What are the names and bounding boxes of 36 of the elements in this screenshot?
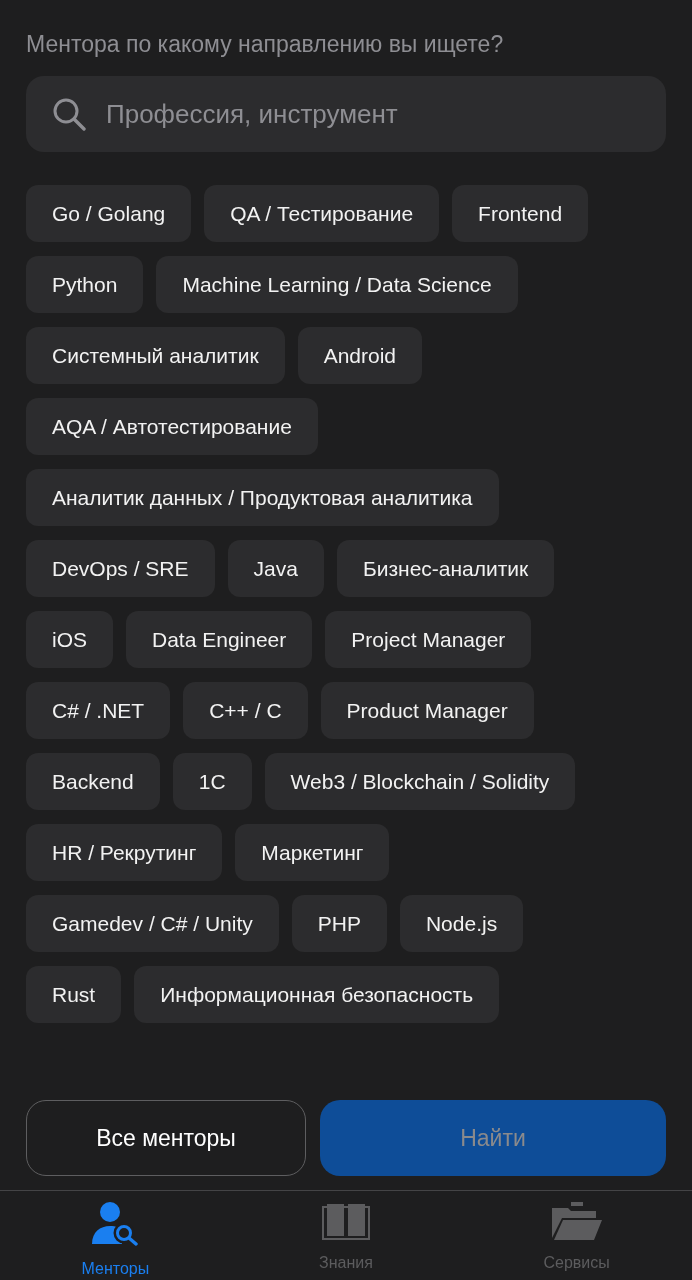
direction-chip[interactable]: AQA / Автотестирование	[26, 398, 318, 455]
direction-chip[interactable]: Web3 / Blockchain / Solidity	[264, 753, 576, 810]
direction-chip[interactable]: Системный аналитик	[26, 327, 285, 384]
direction-chip[interactable]: Product Manager	[320, 682, 534, 739]
folder-icon	[551, 1202, 602, 1240]
direction-chip[interactable]: Python	[26, 256, 144, 313]
direction-chip[interactable]: QA / Тестирование	[204, 185, 440, 242]
direction-chip[interactable]: Аналитик данных / Продуктовая аналитика	[26, 469, 499, 526]
all-mentors-button[interactable]: Все менторы	[26, 1100, 306, 1176]
direction-chip[interactable]: Бизнес-аналитик	[336, 540, 555, 597]
search-field[interactable]: Профессия, инструмент	[26, 76, 666, 152]
direction-chip[interactable]: DevOps / SRE	[26, 540, 215, 597]
direction-chip[interactable]: Android	[297, 327, 423, 384]
direction-chip[interactable]: C++ / C	[183, 682, 308, 739]
tab-bar-item[interactable]: Менторы	[0, 1191, 231, 1280]
direction-chip[interactable]: iOS	[26, 611, 113, 668]
person-search-icon	[92, 1202, 139, 1246]
prompt-text: Ментора по какому направлению вы ищете?	[26, 30, 505, 58]
direction-chip[interactable]: Gamedev / C# / Unity	[26, 895, 279, 952]
direction-chip[interactable]: PHP	[291, 895, 387, 952]
direction-chip[interactable]: Project Manager	[325, 611, 532, 668]
direction-chip[interactable]: Backend	[26, 753, 160, 810]
direction-chip[interactable]: 1C	[172, 753, 252, 810]
direction-chip[interactable]: Machine Learning / Data Science	[156, 256, 518, 313]
direction-chip[interactable]: Frontend	[452, 185, 589, 242]
search-icon	[52, 97, 86, 131]
direction-chip[interactable]: Информационная безопасность	[134, 966, 500, 1023]
direction-chip[interactable]: C# / .NET	[26, 682, 171, 739]
book-icon	[322, 1202, 370, 1240]
direction-chip[interactable]: HR / Рекрутинг	[26, 824, 223, 881]
direction-chip[interactable]: Go / Golang	[26, 185, 192, 242]
direction-chip[interactable]: Маркетинг	[235, 824, 390, 881]
direction-chip[interactable]: Node.js	[399, 895, 524, 952]
direction-chip[interactable]: Java	[227, 540, 324, 597]
direction-chip[interactable]: Data Engineer	[126, 611, 313, 668]
direction-chip[interactable]: Rust	[26, 966, 122, 1023]
